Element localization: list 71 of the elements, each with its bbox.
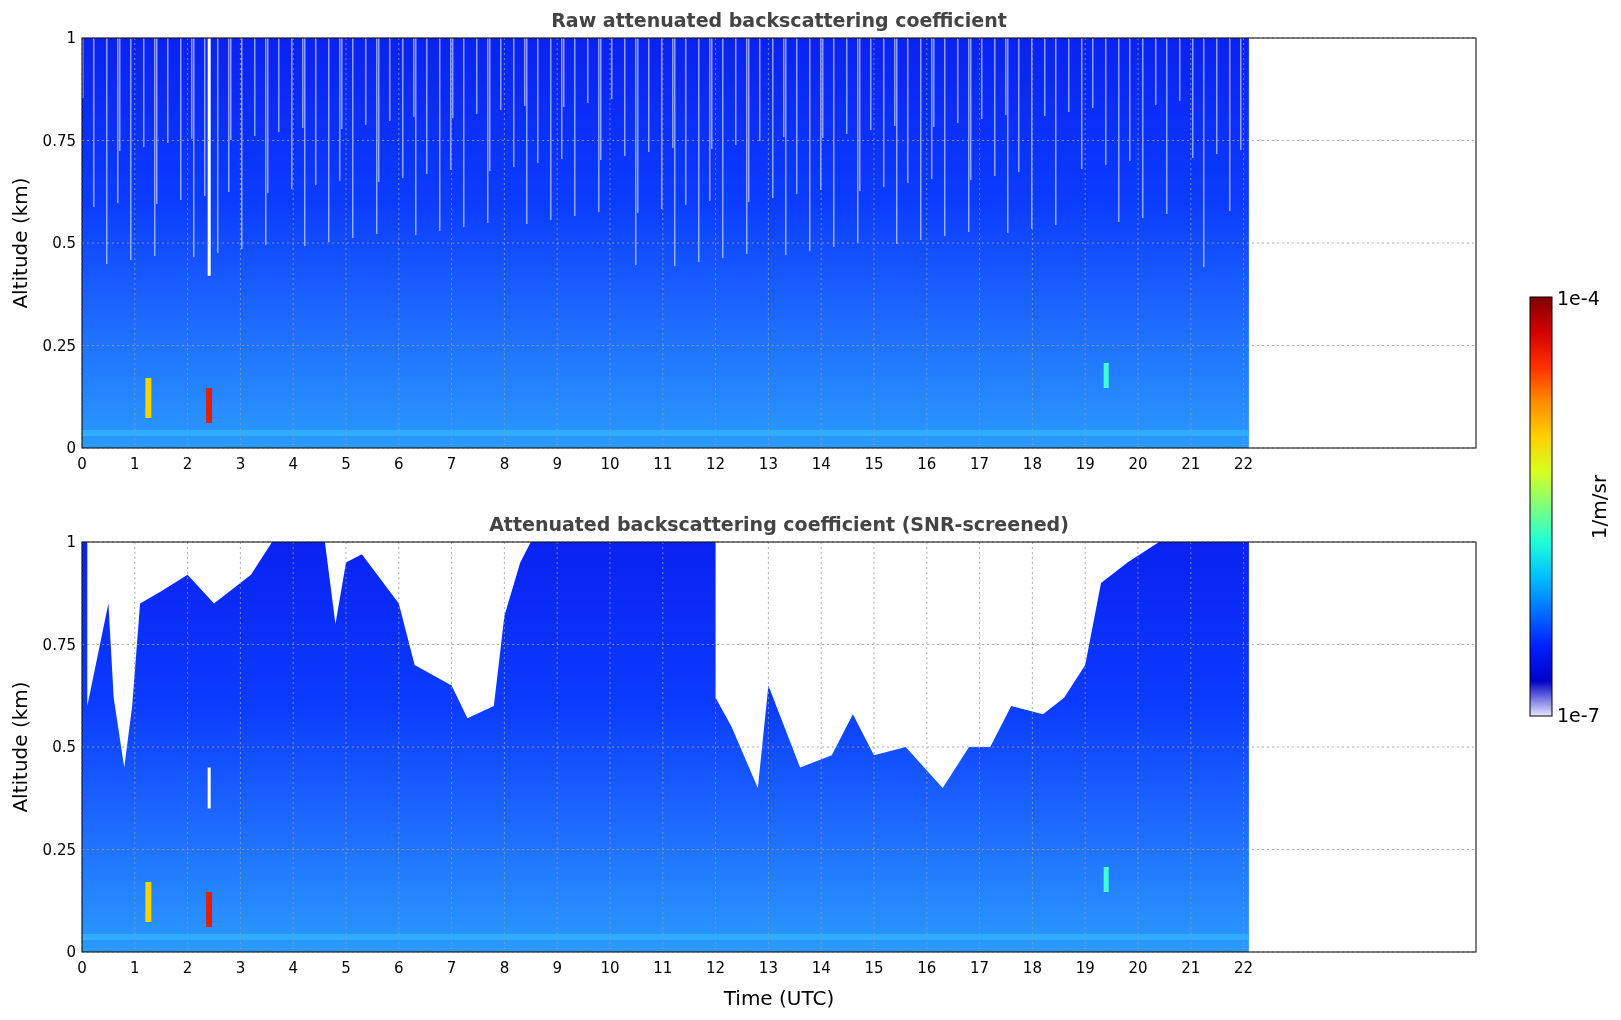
data-gap-line — [207, 767, 211, 809]
x-tick-label: 18 — [1022, 455, 1042, 473]
x-tick-label: 22 — [1234, 455, 1254, 473]
y-tick-label: 1 — [66, 533, 76, 551]
x-tick-label: 10 — [600, 455, 620, 473]
chart-title: Attenuated backscattering coefficient (SNR-screened) — [489, 513, 1069, 535]
x-tick-label: 14 — [811, 959, 831, 977]
high-backscatter-spot — [206, 388, 213, 423]
x-tick-label: 22 — [1234, 959, 1254, 977]
x-tick-label: 3 — [235, 455, 246, 473]
x-tick-label: 5 — [341, 959, 351, 977]
x-tick-label: 4 — [288, 959, 298, 977]
x-tick-label: 6 — [394, 455, 404, 473]
x-tick-label: 2 — [182, 959, 193, 977]
y-tick-label: 0 — [66, 943, 76, 961]
high-backscatter-spot — [206, 892, 213, 927]
x-tick-label: 21 — [1181, 959, 1201, 977]
high-backscatter-spot — [1103, 363, 1109, 388]
x-tick-label: 10 — [600, 959, 620, 977]
x-tick-label: 16 — [917, 959, 937, 977]
x-tick-label: 0 — [77, 959, 87, 977]
x-tick-label: 15 — [864, 959, 884, 977]
x-tick-label: 2 — [182, 455, 193, 473]
x-tick-label: 5 — [341, 455, 351, 473]
x-tick-label: 1 — [130, 455, 140, 473]
x-tick-label: 12 — [706, 455, 726, 473]
x-tick-label: 14 — [811, 455, 831, 473]
colorbar-label: 1/m/sr — [1587, 474, 1611, 540]
x-tick-label: 17 — [970, 959, 990, 977]
x-tick-label: 11 — [653, 959, 673, 977]
high-backscatter-spot — [1103, 867, 1109, 892]
x-tick-label: 0 — [77, 455, 87, 473]
x-tick-label: 16 — [917, 455, 937, 473]
x-tick-label: 7 — [446, 455, 457, 473]
x-axis-label: Time (UTC) — [723, 986, 835, 1010]
x-tick-label: 11 — [653, 455, 673, 473]
x-tick-label: 12 — [706, 959, 726, 977]
x-tick-label: 15 — [864, 455, 884, 473]
x-tick-label: 7 — [446, 959, 457, 977]
x-tick-label: 13 — [758, 959, 778, 977]
y-tick-label: 1 — [66, 29, 76, 47]
y-tick-label: 0.25 — [42, 336, 76, 355]
y-tick-label: 0 — [66, 439, 76, 457]
x-tick-label: 19 — [1075, 455, 1095, 473]
x-tick-label: 8 — [499, 455, 510, 473]
x-tick-label: 4 — [288, 455, 298, 473]
y-tick-label: 0.25 — [42, 840, 76, 859]
x-tick-label: 6 — [394, 959, 404, 977]
y-tick-label: 0.5 — [52, 738, 76, 756]
y-tick-label: 0.5 — [52, 234, 76, 252]
high-backscatter-spot — [145, 378, 152, 418]
y-axis-label: Altitude (km) — [8, 681, 32, 813]
high-backscatter-spot — [145, 882, 152, 922]
x-tick-label: 3 — [235, 959, 246, 977]
x-tick-label: 9 — [552, 455, 562, 473]
y-axis-label: Altitude (km) — [8, 177, 32, 309]
x-tick-label: 19 — [1075, 959, 1095, 977]
x-tick-label: 20 — [1128, 455, 1148, 473]
x-tick-label: 13 — [758, 455, 778, 473]
colorbar-min-label: 1e-7 — [1557, 704, 1600, 726]
x-tick-label: 17 — [970, 455, 990, 473]
x-tick-label: 9 — [552, 959, 562, 977]
chart-title: Raw attenuated backscattering coefficient — [551, 9, 1007, 31]
x-tick-label: 20 — [1128, 959, 1148, 977]
x-tick-label: 21 — [1181, 455, 1201, 473]
colorbar-max-label: 1e-4 — [1557, 287, 1600, 309]
x-tick-label: 18 — [1022, 959, 1042, 977]
y-tick-label: 0.75 — [42, 635, 76, 654]
y-tick-label: 0.75 — [42, 131, 76, 150]
x-tick-label: 1 — [130, 959, 140, 977]
x-tick-label: 8 — [499, 959, 510, 977]
